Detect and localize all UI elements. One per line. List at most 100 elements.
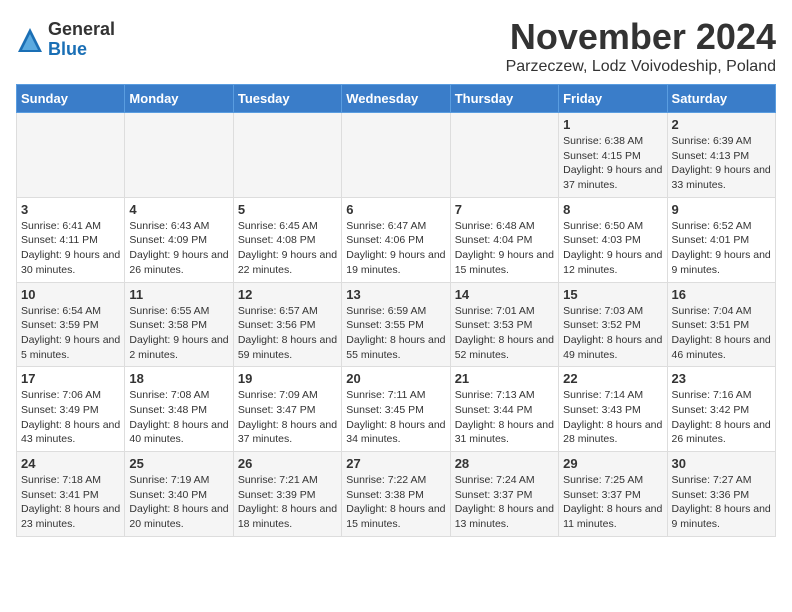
day-cell: 8Sunrise: 6:50 AM Sunset: 4:03 PM Daylig… <box>559 197 667 282</box>
location-subtitle: Parzeczew, Lodz Voivodeship, Poland <box>506 58 776 76</box>
day-number: 22 <box>563 371 662 386</box>
day-info: Sunrise: 7:19 AM Sunset: 3:40 PM Dayligh… <box>129 473 228 532</box>
logo-general-text: General <box>48 19 115 39</box>
day-info: Sunrise: 7:16 AM Sunset: 3:42 PM Dayligh… <box>672 388 771 447</box>
day-info: Sunrise: 7:18 AM Sunset: 3:41 PM Dayligh… <box>21 473 120 532</box>
day-info: Sunrise: 7:04 AM Sunset: 3:51 PM Dayligh… <box>672 304 771 363</box>
day-number: 12 <box>238 287 337 302</box>
day-number: 2 <box>672 117 771 132</box>
day-cell <box>125 113 233 198</box>
day-cell <box>17 113 125 198</box>
day-number: 18 <box>129 371 228 386</box>
header-thursday: Thursday <box>450 85 558 113</box>
logo: General Blue <box>16 20 115 60</box>
day-cell: 21 Sunrise: 7:13 AM Sunset: 3:44 PM Dayli… <box>450 367 558 452</box>
day-number: 27 <box>346 456 445 471</box>
day-number: 13 <box>346 287 445 302</box>
day-cell: 7 Sunrise: 6:48 AM Sunset: 4:04 PM Daylig… <box>450 197 558 282</box>
header-wednesday: Wednesday <box>342 85 450 113</box>
calendar-header-row: SundayMondayTuesdayWednesdayThursdayFrid… <box>17 85 776 113</box>
day-number: 14 <box>455 287 554 302</box>
month-title: November 2024 <box>506 16 776 58</box>
day-info: Sunrise: 7:11 AM Sunset: 3:45 PM Dayligh… <box>346 388 445 447</box>
day-info: Sunrise: 7:21 AM Sunset: 3:39 PM Dayligh… <box>238 473 337 532</box>
day-cell: 18 Sunrise: 7:08 AM Sunset: 3:48 PM Dayli… <box>125 367 233 452</box>
day-info: Sunrise: 6:47 AM Sunset: 4:06 PM Dayligh… <box>346 219 445 278</box>
day-info: Sunrise: 7:09 AM Sunset: 3:47 PM Dayligh… <box>238 388 337 447</box>
day-number: 6 <box>346 202 445 217</box>
day-number: 1 <box>563 117 662 132</box>
day-cell: 13 Sunrise: 6:59 AM Sunset: 3:55 PM Dayli… <box>342 282 450 367</box>
day-cell: 27Sunrise: 7:22 AM Sunset: 3:38 PM Dayli… <box>342 452 450 537</box>
day-number: 5 <box>238 202 337 217</box>
day-number: 3 <box>21 202 120 217</box>
header-tuesday: Tuesday <box>233 85 341 113</box>
header-friday: Friday <box>559 85 667 113</box>
day-cell: 29Sunrise: 7:25 AM Sunset: 3:37 PM Dayli… <box>559 452 667 537</box>
day-number: 8 <box>563 202 662 217</box>
day-cell: 10Sunrise: 6:54 AM Sunset: 3:59 PM Dayli… <box>17 282 125 367</box>
day-info: Sunrise: 7:24 AM Sunset: 3:37 PM Dayligh… <box>455 473 554 532</box>
day-cell: 4 Sunrise: 6:43 AM Sunset: 4:09 PM Daylig… <box>125 197 233 282</box>
day-cell: 5Sunrise: 6:45 AM Sunset: 4:08 PM Daylig… <box>233 197 341 282</box>
day-cell: 1Sunrise: 6:38 AM Sunset: 4:15 PM Daylig… <box>559 113 667 198</box>
day-number: 20 <box>346 371 445 386</box>
week-row-5: 24 Sunrise: 7:18 AM Sunset: 3:41 PM Dayli… <box>17 452 776 537</box>
day-cell: 30 Sunrise: 7:27 AM Sunset: 3:36 PM Dayli… <box>667 452 775 537</box>
week-row-3: 10Sunrise: 6:54 AM Sunset: 3:59 PM Dayli… <box>17 282 776 367</box>
day-cell: 3 Sunrise: 6:41 AM Sunset: 4:11 PM Daylig… <box>17 197 125 282</box>
day-info: Sunrise: 7:13 AM Sunset: 3:44 PM Dayligh… <box>455 388 554 447</box>
day-info: Sunrise: 6:52 AM Sunset: 4:01 PM Dayligh… <box>672 219 771 278</box>
day-info: Sunrise: 7:01 AM Sunset: 3:53 PM Dayligh… <box>455 304 554 363</box>
day-number: 29 <box>563 456 662 471</box>
day-info: Sunrise: 6:54 AM Sunset: 3:59 PM Dayligh… <box>21 304 120 363</box>
day-number: 11 <box>129 287 228 302</box>
day-cell: 9Sunrise: 6:52 AM Sunset: 4:01 PM Daylig… <box>667 197 775 282</box>
page-header: General Blue November 2024 Parzeczew, Lo… <box>16 16 776 76</box>
day-number: 25 <box>129 456 228 471</box>
day-cell: 2 Sunrise: 6:39 AM Sunset: 4:13 PM Daylig… <box>667 113 775 198</box>
day-number: 16 <box>672 287 771 302</box>
header-saturday: Saturday <box>667 85 775 113</box>
day-cell: 17Sunrise: 7:06 AM Sunset: 3:49 PM Dayli… <box>17 367 125 452</box>
day-info: Sunrise: 6:59 AM Sunset: 3:55 PM Dayligh… <box>346 304 445 363</box>
day-number: 23 <box>672 371 771 386</box>
day-number: 4 <box>129 202 228 217</box>
day-cell <box>450 113 558 198</box>
day-number: 21 <box>455 371 554 386</box>
logo-icon <box>16 26 44 54</box>
day-cell: 12 Sunrise: 6:57 AM Sunset: 3:56 PM Dayli… <box>233 282 341 367</box>
day-number: 28 <box>455 456 554 471</box>
day-cell: 28 Sunrise: 7:24 AM Sunset: 3:37 PM Dayli… <box>450 452 558 537</box>
day-cell: 19 Sunrise: 7:09 AM Sunset: 3:47 PM Dayli… <box>233 367 341 452</box>
day-info: Sunrise: 6:39 AM Sunset: 4:13 PM Dayligh… <box>672 134 771 193</box>
day-number: 24 <box>21 456 120 471</box>
day-number: 26 <box>238 456 337 471</box>
day-cell: 6 Sunrise: 6:47 AM Sunset: 4:06 PM Daylig… <box>342 197 450 282</box>
day-cell: 26 Sunrise: 7:21 AM Sunset: 3:39 PM Dayli… <box>233 452 341 537</box>
day-cell <box>233 113 341 198</box>
day-cell: 15 Sunrise: 7:03 AM Sunset: 3:52 PM Dayli… <box>559 282 667 367</box>
day-number: 19 <box>238 371 337 386</box>
day-cell: 24 Sunrise: 7:18 AM Sunset: 3:41 PM Dayli… <box>17 452 125 537</box>
day-cell: 16 Sunrise: 7:04 AM Sunset: 3:51 PM Dayli… <box>667 282 775 367</box>
day-info: Sunrise: 6:57 AM Sunset: 3:56 PM Dayligh… <box>238 304 337 363</box>
day-info: Sunrise: 7:03 AM Sunset: 3:52 PM Dayligh… <box>563 304 662 363</box>
week-row-2: 3 Sunrise: 6:41 AM Sunset: 4:11 PM Daylig… <box>17 197 776 282</box>
day-info: Sunrise: 7:08 AM Sunset: 3:48 PM Dayligh… <box>129 388 228 447</box>
day-cell: 22Sunrise: 7:14 AM Sunset: 3:43 PM Dayli… <box>559 367 667 452</box>
title-area: November 2024 Parzeczew, Lodz Voivodeshi… <box>506 16 776 76</box>
day-info: Sunrise: 6:43 AM Sunset: 4:09 PM Dayligh… <box>129 219 228 278</box>
day-cell: 25 Sunrise: 7:19 AM Sunset: 3:40 PM Dayli… <box>125 452 233 537</box>
day-info: Sunrise: 7:27 AM Sunset: 3:36 PM Dayligh… <box>672 473 771 532</box>
day-number: 30 <box>672 456 771 471</box>
day-info: Sunrise: 6:41 AM Sunset: 4:11 PM Dayligh… <box>21 219 120 278</box>
calendar-table: SundayMondayTuesdayWednesdayThursdayFrid… <box>16 84 776 537</box>
week-row-1: 1Sunrise: 6:38 AM Sunset: 4:15 PM Daylig… <box>17 113 776 198</box>
day-info: Sunrise: 6:48 AM Sunset: 4:04 PM Dayligh… <box>455 219 554 278</box>
header-monday: Monday <box>125 85 233 113</box>
day-cell: 11Sunrise: 6:55 AM Sunset: 3:58 PM Dayli… <box>125 282 233 367</box>
day-number: 15 <box>563 287 662 302</box>
day-cell <box>342 113 450 198</box>
day-number: 7 <box>455 202 554 217</box>
